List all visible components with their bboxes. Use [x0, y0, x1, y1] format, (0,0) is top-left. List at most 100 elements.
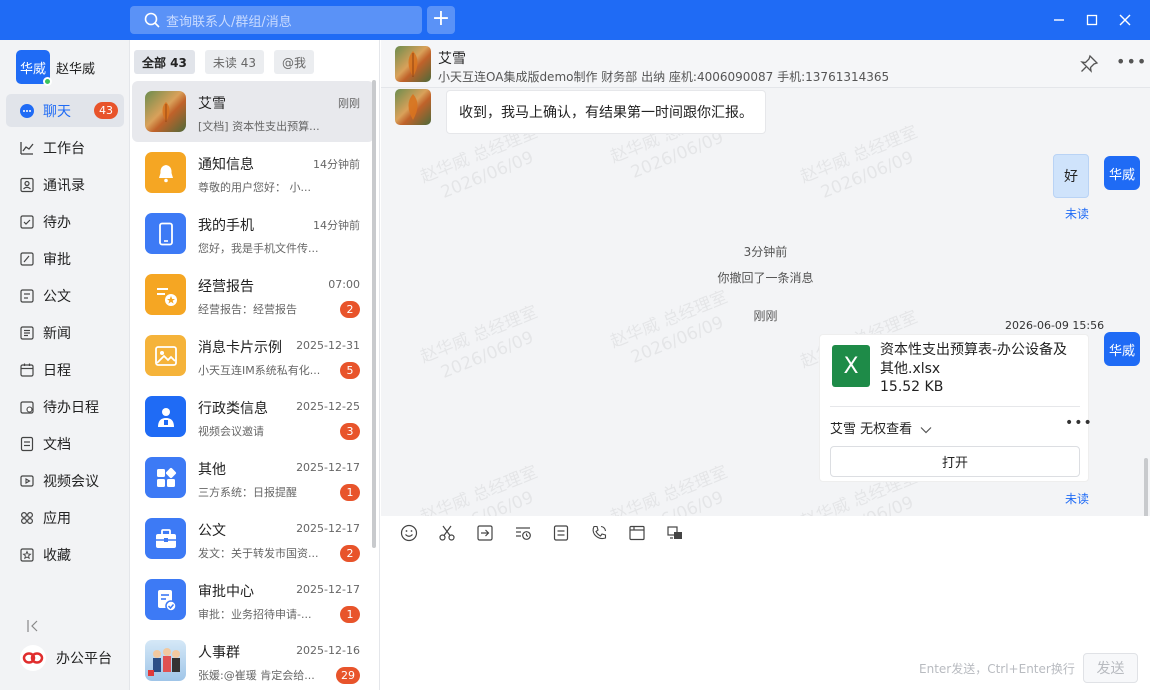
unread-badge: 5 — [340, 362, 360, 379]
conversation-item[interactable]: 其他 2025-12-17 三方系统：日报提醒 1 — [132, 447, 374, 508]
permission-dropdown[interactable]: 艾雪 无权查看 — [830, 418, 932, 437]
leaf-photo-avatar[interactable] — [395, 46, 431, 82]
sidebar-item-todo-calendar[interactable]: 待办日程 — [6, 390, 124, 423]
minimize-icon[interactable] — [1047, 8, 1071, 32]
sidebar-item-label: 待办日程 — [43, 399, 99, 416]
conversation-item[interactable]: 艾雪 刚刚 [文档] 资本性支出预算... — [132, 81, 374, 142]
conversation-item[interactable]: 经营报告 07:00 经营报告：经营报告 2 — [132, 264, 374, 325]
scissors-icon[interactable] — [437, 523, 457, 543]
conversation-name: 其他 — [198, 462, 226, 478]
sidebar-item-label: 视频会议 — [43, 473, 99, 490]
sidebar-item-contacts[interactable]: 通讯录 — [6, 168, 124, 201]
tab-mentions[interactable]: @我 — [273, 50, 314, 74]
sidebar-item-calendar[interactable]: 日程 — [6, 353, 124, 386]
conversation-time: 07:00 — [328, 278, 360, 291]
file-message-card[interactable]: X 资本性支出预算表-办公设备及其他.xlsx 15.52 KB 艾雪 无权查看… — [819, 334, 1092, 482]
sidebar-item-todo[interactable]: 待办 — [6, 205, 124, 238]
sidebar-item-apps[interactable]: 应用 — [6, 501, 124, 534]
sidebar: 华威 赵华威 聊天 43 工作台 通讯录 待办 审批 公文 新闻 日程 待办日程… — [0, 40, 130, 690]
watermark: 赵华威 总经理室2026/06/09 — [607, 462, 731, 516]
title-bar: 查询联系人/群组/消息 + — [0, 0, 1150, 40]
tab-unread[interactable]: 未读 43 — [204, 50, 264, 74]
star-icon — [18, 546, 35, 563]
history-icon[interactable] — [513, 523, 533, 543]
window-icon[interactable] — [627, 523, 647, 543]
avatar[interactable]: 华威 — [1104, 156, 1140, 190]
sidebar-item-news[interactable]: 新闻 — [6, 316, 124, 349]
office-platform-button[interactable]: 办公平台 — [20, 645, 112, 671]
input-toolbar — [381, 516, 1150, 550]
conversation-item[interactable]: 通知信息 14分钟前 尊敬的用户您好： 小... — [132, 142, 374, 203]
file-more-options-icon[interactable]: ••• — [1065, 415, 1093, 431]
conversation-name: 我的手机 — [198, 218, 254, 234]
contacts-icon — [18, 176, 35, 193]
nav-list: 聊天 43 工作台 通讯录 待办 审批 公文 新闻 日程 待办日程 文档 视频会… — [6, 94, 124, 575]
conversation-item[interactable]: 我的手机 14分钟前 您好，我是手机文件传... — [132, 203, 374, 264]
group-photo-avatar — [145, 640, 186, 681]
leaf-photo-avatar[interactable] — [395, 89, 431, 125]
conversation-time: 2025-12-17 — [296, 461, 360, 474]
conversation-item[interactable]: 人事群 2025-12-16 张媛:@崔瑗 肯定会给... 29 — [132, 630, 374, 690]
unread-badge: 3 — [340, 423, 360, 440]
tab-all[interactable]: 全部 43 — [134, 50, 195, 74]
conversation-time: 14分钟前 — [313, 158, 360, 171]
current-user[interactable]: 华威 赵华威 — [16, 50, 95, 86]
sidebar-item-favorites[interactable]: 收藏 — [6, 538, 124, 571]
todo-icon — [18, 213, 35, 230]
conversation-preview: 张媛:@崔瑗 肯定会给... — [198, 669, 315, 682]
sidebar-item-docs[interactable]: 文档 — [6, 427, 124, 460]
sidebar-item-chat[interactable]: 聊天 43 — [6, 94, 124, 127]
sidebar-item-document[interactable]: 公文 — [6, 279, 124, 312]
sidebar-item-label: 收藏 — [43, 547, 71, 564]
watermark: 赵华威 总经理室2026/06/09 — [797, 122, 921, 203]
conversation-name: 公文 — [198, 523, 226, 539]
conversation-preview: 您好，我是手机文件传... — [198, 242, 319, 255]
sidebar-item-approval[interactable]: 审批 — [6, 242, 124, 275]
avatar[interactable]: 华威 — [1104, 332, 1140, 366]
todo-calendar-icon — [18, 398, 35, 415]
send-file-icon[interactable] — [475, 523, 495, 543]
outgoing-message[interactable]: 好 — [1053, 154, 1089, 198]
emoji-icon[interactable] — [399, 523, 419, 543]
close-icon[interactable] — [1113, 8, 1137, 32]
conversation-preview: 视频会议邀请 — [198, 425, 264, 438]
conversation-item[interactable]: 消息卡片示例 2025-12-31 小天互连IM系统私有化... 5 — [132, 325, 374, 386]
sidebar-item-workbench[interactable]: 工作台 — [6, 131, 124, 164]
sidebar-item-label: 聊天 — [43, 103, 71, 120]
apps-icon — [18, 509, 35, 526]
unread-badge: 2 — [340, 301, 360, 318]
recall-notice: 你撤回了一条消息 — [717, 271, 814, 285]
conversation-item[interactable]: 行政类信息 2025-12-25 视频会议邀请 3 — [132, 386, 374, 447]
grid-icon — [145, 457, 186, 498]
add-button[interactable]: + — [427, 6, 455, 34]
workbench-icon — [18, 139, 35, 156]
unread-badge: 29 — [336, 667, 360, 684]
more-options-icon[interactable]: ••• — [1116, 52, 1147, 71]
open-file-button[interactable]: 打开 — [830, 446, 1080, 477]
docs-icon — [18, 435, 35, 452]
message-area: 赵华威 总经理室 2026/06/09 赵华威 总经理室 2026/06/09 赵华… — [381, 88, 1150, 516]
collapse-sidebar-icon[interactable] — [25, 618, 41, 634]
conversation-item[interactable]: 审批中心 2025-12-17 审批：业务招待申请-... 1 — [132, 569, 374, 630]
conversation-scrollbar[interactable] — [372, 80, 376, 548]
conversation-time: 刚刚 — [338, 97, 360, 110]
message-scrollbar[interactable] — [1144, 458, 1148, 516]
conversation-preview: 三方系统：日报提醒 — [198, 486, 297, 499]
voice-call-icon[interactable] — [589, 523, 609, 543]
approval-icon — [18, 250, 35, 267]
sidebar-item-label: 日程 — [43, 362, 71, 379]
incoming-message[interactable]: 收到，我马上确认，有结果第一时间跟你汇报。 — [446, 90, 766, 134]
unread-badge: 2 — [340, 545, 360, 562]
search-input[interactable]: 查询联系人/群组/消息 — [130, 6, 422, 34]
conversation-time: 2025-12-17 — [296, 583, 360, 596]
sidebar-item-video[interactable]: 视频会议 — [6, 464, 124, 497]
screen-share-icon[interactable] — [665, 523, 685, 543]
conversation-item[interactable]: 公文 2025-12-17 发文：关于转发市国资... 2 — [132, 508, 374, 569]
pin-icon[interactable] — [1079, 54, 1099, 74]
file-name: 资本性支出预算表-办公设备及其他.xlsx — [880, 342, 1068, 377]
notes-icon[interactable] — [551, 523, 571, 543]
send-button[interactable]: 发送 — [1083, 653, 1138, 683]
sidebar-item-label: 工作台 — [43, 140, 85, 157]
avatar[interactable]: 华威 — [16, 50, 52, 86]
maximize-icon[interactable] — [1080, 8, 1104, 32]
